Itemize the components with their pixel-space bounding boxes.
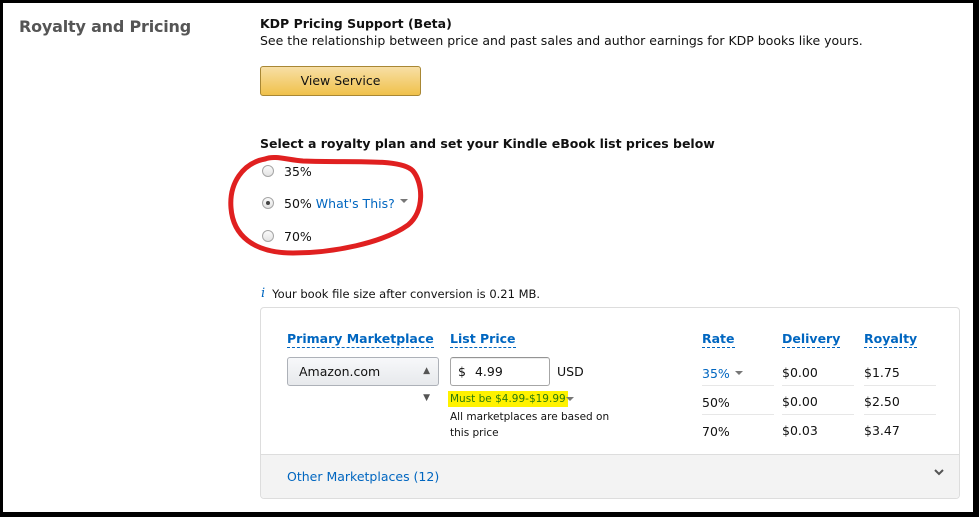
marketplace-value: Amazon.com <box>299 364 381 379</box>
radio-70[interactable] <box>262 230 274 242</box>
other-marketplaces-bar[interactable]: Other Marketplaces (12) <box>261 454 959 498</box>
row-divider <box>864 414 936 415</box>
royalty-option-70[interactable]: 70% <box>262 227 312 245</box>
row-divider <box>702 414 774 415</box>
row-divider <box>782 414 854 415</box>
caret-down-icon[interactable] <box>566 397 574 401</box>
file-size-text: Your book file size after conversion is … <box>272 286 541 301</box>
page-frame: Royalty and Pricing KDP Pricing Support … <box>3 3 973 512</box>
table-row-royalty: $2.50 <box>864 394 900 409</box>
royalty-option-50[interactable]: 50% What's This? <box>262 194 408 212</box>
table-row-delivery: $0.00 <box>782 394 818 409</box>
caret-down-icon <box>734 370 743 375</box>
header-rate[interactable]: Rate <box>702 332 735 348</box>
chevron-down-icon[interactable] <box>934 467 944 477</box>
table-row-rate[interactable]: 35% <box>702 366 743 381</box>
header-royalty[interactable]: Royalty <box>864 332 918 348</box>
row-divider <box>702 385 774 386</box>
pricing-support-title: KDP Pricing Support (Beta) <box>260 16 452 31</box>
radio-50[interactable] <box>262 197 274 209</box>
header-list-price[interactable]: List Price <box>450 332 516 348</box>
marketplace-note: All marketplaces are based on this price <box>450 411 610 439</box>
price-range-note: Must be $4.99-$19.99 <box>448 391 568 407</box>
caret-down-icon[interactable] <box>399 199 408 203</box>
currency-label: USD <box>557 364 584 379</box>
info-icon: i <box>261 286 266 301</box>
table-row-rate: 50% <box>702 395 730 410</box>
list-price-input[interactable]: $ 4.99 <box>450 357 550 386</box>
royalty-option-label: 50% <box>284 195 312 211</box>
file-size-info: i Your book file size after conversion i… <box>261 286 540 301</box>
price-value[interactable]: 4.99 <box>475 364 503 379</box>
view-service-button[interactable]: View Service <box>260 66 421 96</box>
pricing-support-description: See the relationship between price and p… <box>260 33 863 48</box>
row-divider <box>864 385 936 386</box>
royalty-option-label: 35% <box>284 163 312 179</box>
pricing-panel: Primary Marketplace List Price Rate Deli… <box>260 307 960 499</box>
table-row-royalty: $1.75 <box>864 365 900 380</box>
header-primary-marketplace[interactable]: Primary Marketplace <box>287 332 434 348</box>
header-delivery[interactable]: Delivery <box>782 332 841 348</box>
radio-35[interactable] <box>262 165 274 177</box>
table-row-delivery: $0.00 <box>782 365 818 380</box>
table-row-rate: 70% <box>702 424 730 439</box>
royalty-plan-label: Select a royalty plan and set your Kindl… <box>260 136 715 151</box>
royalty-option-35[interactable]: 35% <box>262 162 312 180</box>
table-row-delivery: $0.03 <box>782 423 818 438</box>
marketplace-select[interactable]: Amazon.com ▲ ▼ <box>287 357 439 403</box>
currency-symbol: $ <box>458 364 466 379</box>
whats-this-link[interactable]: What's This? <box>316 196 395 211</box>
royalty-option-label: 70% <box>284 228 312 244</box>
table-row-royalty: $3.47 <box>864 423 900 438</box>
section-title: Royalty and Pricing <box>19 17 191 36</box>
select-arrows-icon: ▲ ▼ <box>423 366 430 403</box>
other-marketplaces-link[interactable]: Other Marketplaces (12) <box>287 469 439 484</box>
rate-value: 35% <box>702 366 730 381</box>
row-divider <box>782 385 854 386</box>
